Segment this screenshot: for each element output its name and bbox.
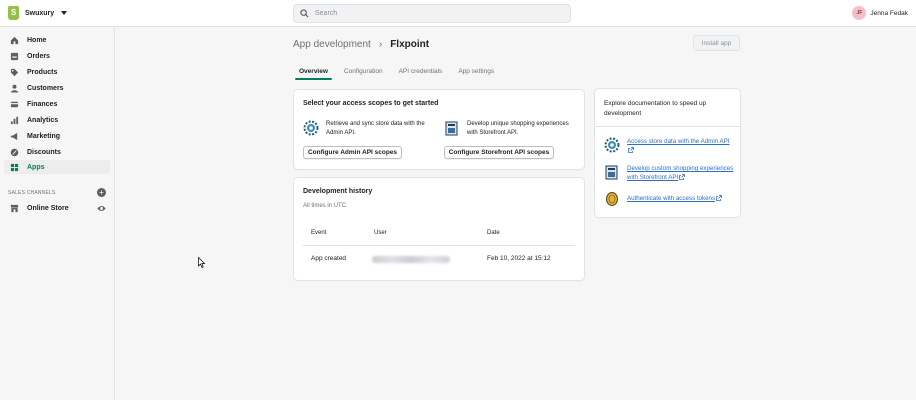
sidebar-item-label: Analytics — [27, 116, 59, 124]
sidebar-item-customers[interactable]: Customers — [4, 81, 110, 95]
storefront-document-icon — [445, 121, 458, 136]
external-link-icon — [716, 195, 722, 201]
external-link-icon — [628, 147, 634, 153]
avatar: JF — [852, 6, 867, 20]
scopes-title: Select your access scopes to get started — [303, 100, 439, 107]
tab-bar: Overview Configuration API credentials A… — [293, 62, 504, 80]
sidebar-item-label: Orders — [27, 52, 50, 60]
tag-icon — [10, 68, 19, 76]
store-name: Swuxury — [25, 9, 55, 17]
sidebar-item-marketing[interactable]: Marketing — [4, 129, 110, 143]
tab-configuration[interactable]: Configuration — [338, 62, 389, 80]
column-user: User — [374, 230, 387, 236]
sidebar-item-label: Customers — [27, 84, 64, 92]
tab-app-settings[interactable]: App settings — [452, 62, 500, 80]
person-icon — [10, 84, 19, 93]
user-name: Jenna Fedak — [870, 9, 908, 17]
mouse-cursor-icon — [198, 257, 205, 268]
sidebar: Home Orders Products Customers Finances … — [0, 27, 115, 400]
docs-heading: Explore documentation to speed up develo… — [604, 100, 707, 117]
orders-icon — [10, 52, 19, 60]
doc-link-label: Access store data with the Admin API — [627, 138, 730, 145]
gear-icon — [303, 120, 319, 136]
configure-storefront-api-scopes-button[interactable]: Configure Storefront API scopes — [444, 146, 554, 159]
finances-icon — [10, 101, 19, 107]
search-input[interactable]: Search — [293, 4, 571, 23]
external-link-icon — [679, 174, 686, 180]
breadcrumb-parent[interactable]: App development — [293, 39, 371, 50]
top-bar: Swuxury Search JF Jenna Fedak — [0, 0, 916, 27]
sidebar-item-label: Marketing — [27, 132, 61, 140]
column-event: Event — [311, 230, 327, 236]
doc-link-access-tokens[interactable]: Authenticate with access tokens — [627, 194, 722, 203]
page-header: App development › Flxpoint Install app — [293, 35, 740, 53]
tab-overview[interactable]: Overview — [293, 62, 334, 80]
apps-grid-icon — [10, 163, 19, 171]
sidebar-item-apps[interactable]: Apps — [4, 160, 110, 174]
user-menu[interactable]: JF Jenna Fedak — [852, 6, 908, 20]
doc-link-row: Authenticate with access tokens — [604, 191, 734, 207]
history-subtitle: All times in UTC. — [303, 203, 348, 209]
doc-link-label: Authenticate with access tokens — [627, 195, 716, 202]
sidebar-item-label: Home — [27, 36, 47, 44]
storefront-api-info: Develop unique shopping experiences with… — [444, 120, 569, 138]
sidebar-item-discounts[interactable]: Discounts — [4, 145, 110, 159]
storefront-api-description: Develop unique shopping experiences with… — [467, 121, 569, 136]
row-event: App created — [311, 255, 347, 262]
sidebar-item-home[interactable]: Home — [4, 33, 110, 47]
history-title: Development history — [303, 188, 373, 195]
home-icon — [10, 36, 19, 44]
eye-icon[interactable] — [97, 204, 106, 213]
access-scopes-card: Select your access scopes to get started… — [294, 90, 584, 169]
tab-api-credentials[interactable]: API credentials — [393, 62, 449, 80]
doc-link-storefront-api[interactable]: Develop custom shopping experiences with… — [627, 164, 734, 182]
megaphone-icon — [10, 132, 18, 140]
documentation-card: Explore documentation to speed up develo… — [595, 89, 740, 217]
storefront-document-icon — [605, 165, 618, 180]
shopify-logo — [8, 6, 19, 20]
search-placeholder: Search — [315, 10, 338, 17]
sidebar-item-label: Online Store — [27, 204, 69, 212]
development-history-card: Development history All times in UTC. Ev… — [294, 178, 584, 280]
configure-admin-api-scopes-button[interactable]: Configure Admin API scopes — [303, 146, 402, 159]
sales-channels-header: SALES CHANNELS + — [8, 188, 106, 197]
sidebar-item-label: Finances — [27, 100, 58, 108]
install-app-button[interactable]: Install app — [693, 35, 740, 51]
row-date: Feb 10, 2022 at 15:12 — [487, 255, 551, 262]
chevron-right-icon: › — [378, 38, 383, 50]
sidebar-item-products[interactable]: Products — [4, 65, 110, 79]
sidebar-item-label: Products — [27, 68, 58, 76]
doc-link-row: Access store data with the Admin API — [604, 137, 734, 155]
table-divider — [303, 245, 575, 246]
sidebar-item-label: Discounts — [27, 148, 61, 156]
column-date: Date — [487, 230, 500, 236]
sidebar-item-finances[interactable]: Finances — [4, 97, 110, 111]
gear-icon — [604, 137, 620, 153]
search-icon — [300, 9, 309, 18]
redacted-user-email — [372, 256, 450, 263]
discount-icon — [10, 148, 19, 156]
page-title: Flxpoint — [390, 38, 430, 50]
bar-chart-icon — [10, 116, 19, 124]
admin-api-info: Retrieve and sync store data with the Ad… — [303, 120, 428, 138]
sales-channels-label: SALES CHANNELS — [8, 189, 56, 196]
docs-divider — [595, 126, 740, 127]
store-icon — [10, 204, 19, 212]
token-coin-icon — [606, 192, 618, 206]
sidebar-item-label: Apps — [27, 163, 45, 171]
sidebar-item-orders[interactable]: Orders — [4, 49, 110, 63]
store-switcher[interactable]: Swuxury — [8, 6, 68, 20]
doc-link-row: Develop custom shopping experiences with… — [604, 164, 734, 182]
caret-down-icon — [61, 11, 68, 15]
add-channel-icon[interactable]: + — [97, 188, 106, 197]
sidebar-item-analytics[interactable]: Analytics — [4, 113, 110, 127]
admin-api-description: Retrieve and sync store data with the Ad… — [326, 121, 425, 136]
sidebar-item-online-store[interactable]: Online Store — [4, 201, 106, 215]
doc-link-admin-api[interactable]: Access store data with the Admin API — [627, 137, 734, 155]
